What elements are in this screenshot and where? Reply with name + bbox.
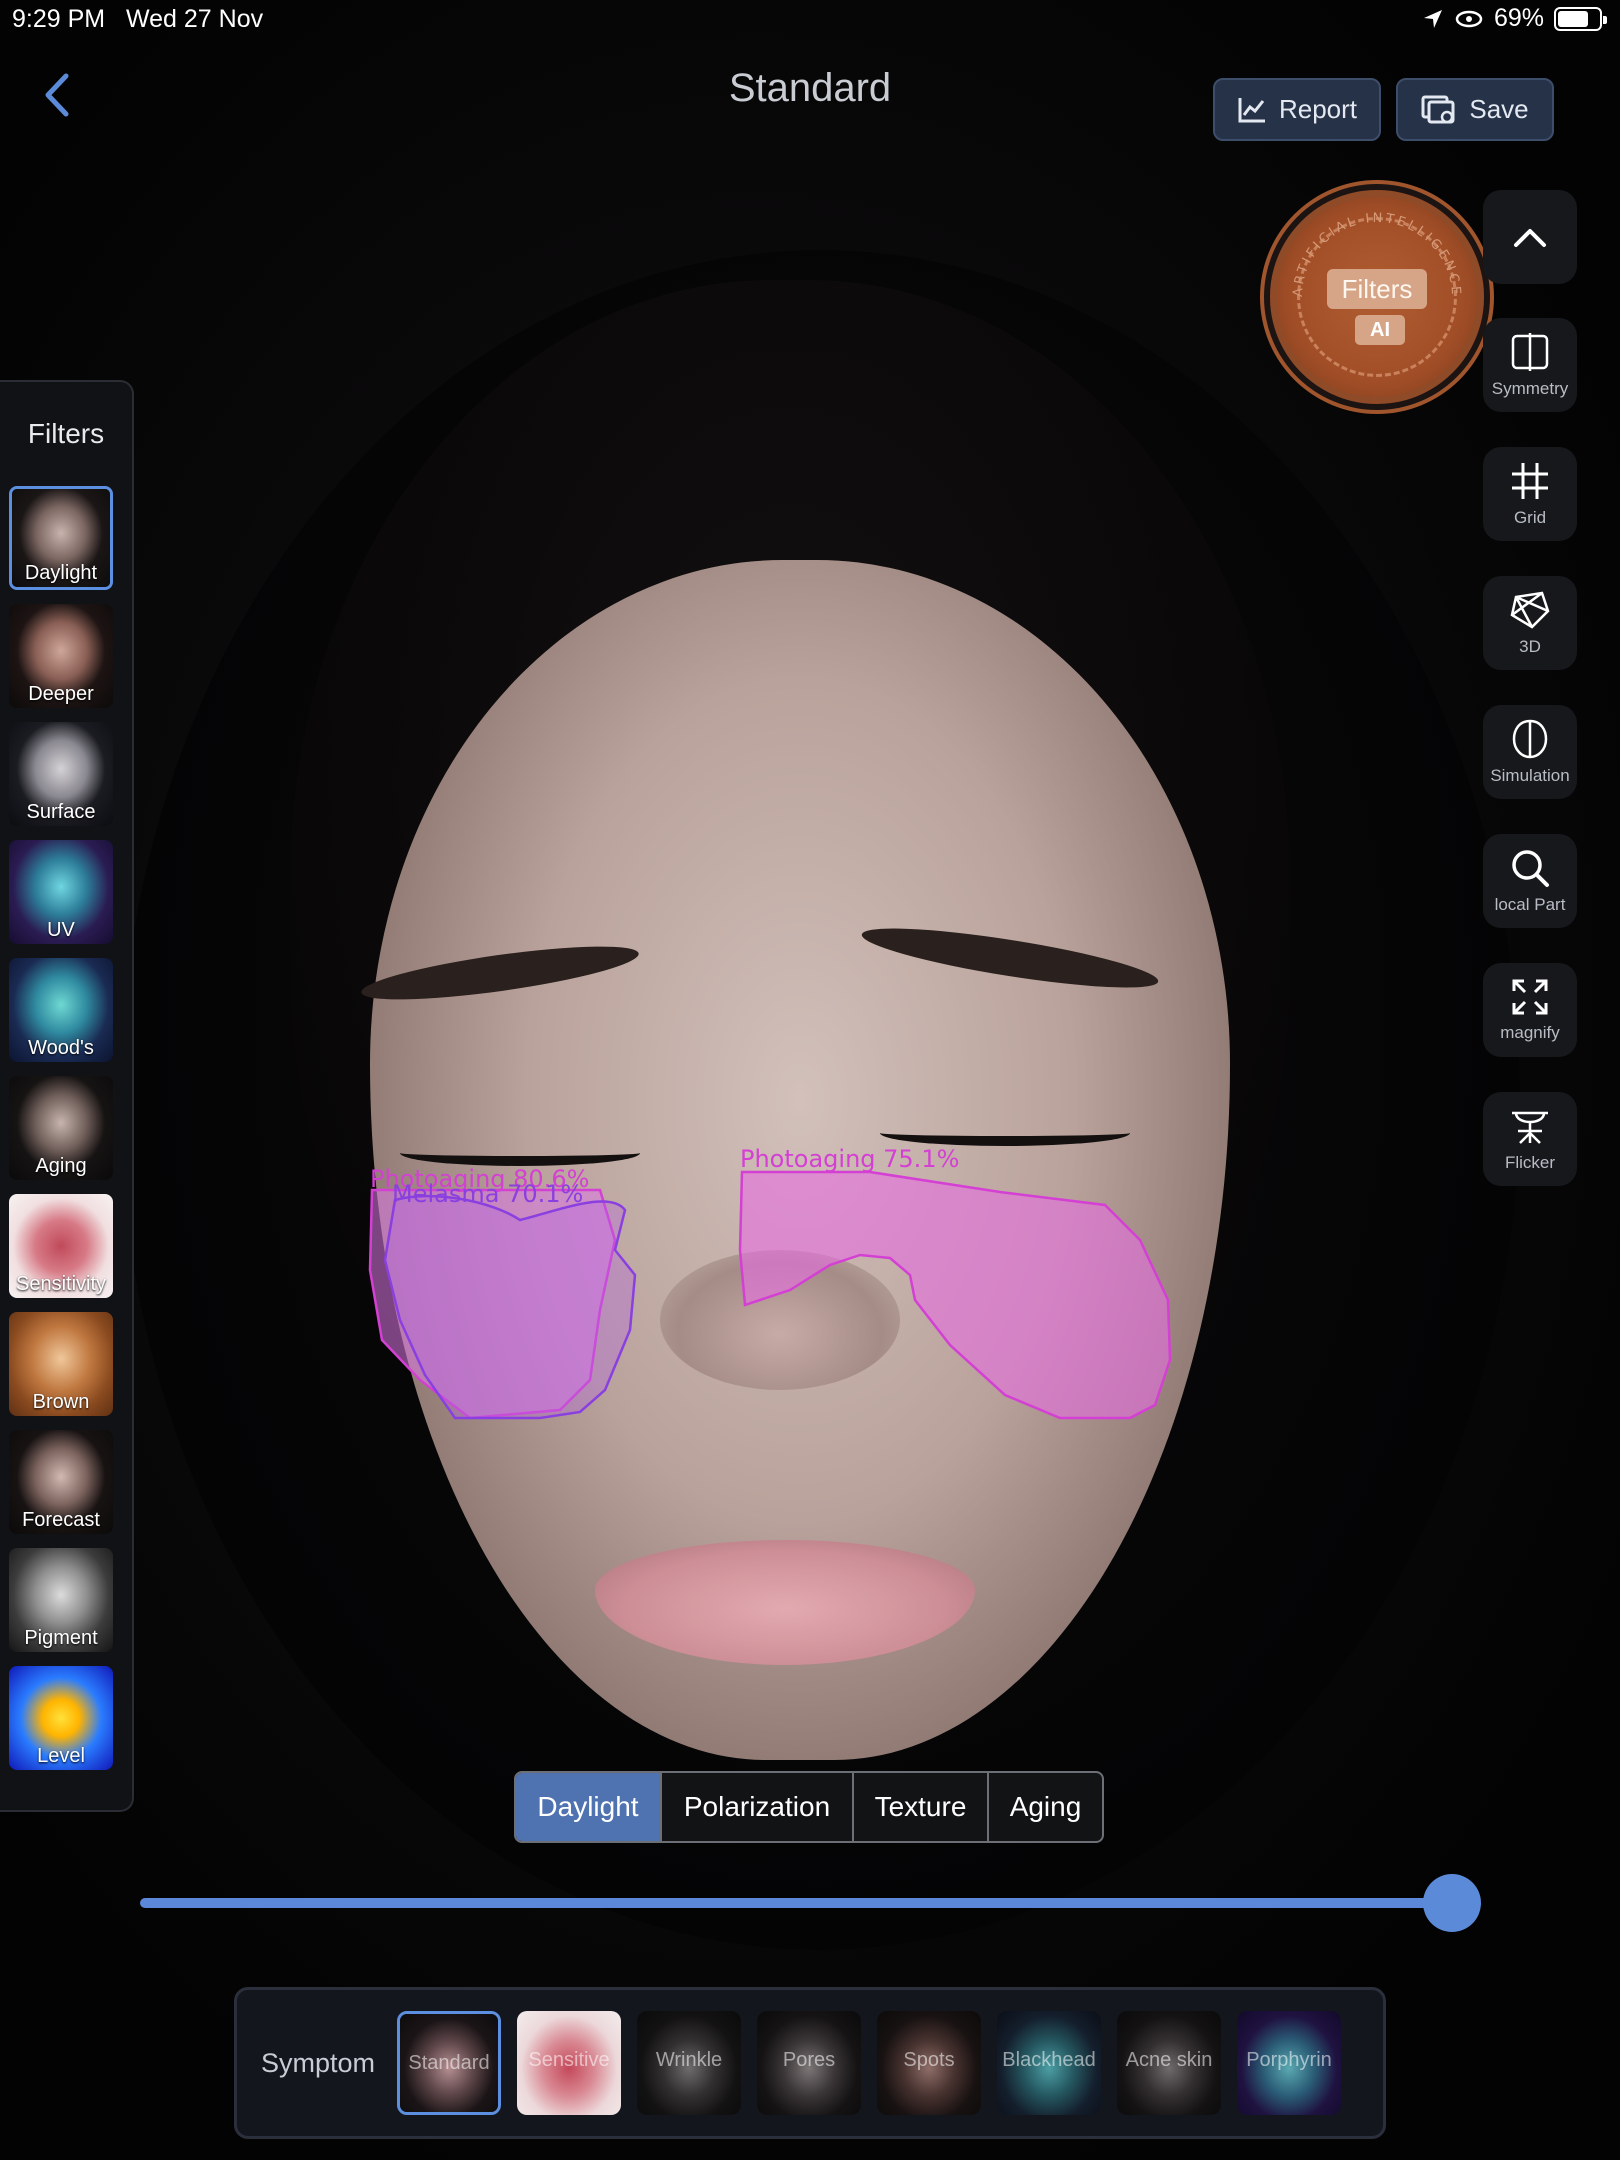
symptom-item-label: Acne skin	[1125, 2049, 1213, 2071]
symptom-wrinkle[interactable]: Wrinkle	[637, 2011, 741, 2115]
filter-label: Deeper	[28, 683, 94, 705]
symptom-item-label: Spots	[903, 2049, 955, 2071]
status-bar: 9:29 PM Wed 27 Nov 69%	[0, 0, 1620, 40]
symmetry-button[interactable]: Symmetry	[1483, 318, 1577, 412]
filter-forecast[interactable]: Forecast	[9, 1430, 113, 1534]
filter-pigment[interactable]: Pigment	[9, 1548, 113, 1652]
simulation-label: Simulation	[1490, 766, 1570, 785]
filter-brown[interactable]: Brown	[9, 1312, 113, 1416]
symptom-blackhead[interactable]: Blackhead	[997, 2011, 1101, 2115]
symptom-item-label: Sensitive	[528, 2049, 610, 2071]
filter-label: Sensitivity	[15, 1273, 107, 1295]
photoaging-label-right: Photoaging 75.1%	[740, 1145, 959, 1173]
symptom-item-label: Standard	[408, 2052, 490, 2074]
simulation-button[interactable]: Simulation	[1483, 705, 1577, 799]
symptom-standard[interactable]: Standard	[397, 2011, 501, 2115]
local-part-button[interactable]: local Part	[1483, 834, 1577, 928]
symptom-sensitive[interactable]: Sensitive	[517, 2011, 621, 2115]
symptom-porphyrin[interactable]: Porphyrin	[1237, 2011, 1341, 2115]
filter-label: Surface	[26, 801, 96, 823]
filter-label: Forecast	[22, 1509, 100, 1531]
mode-polarization[interactable]: Polarization	[662, 1773, 854, 1841]
report-label: Report	[1278, 94, 1358, 124]
expand-icon	[1512, 979, 1548, 1015]
collapse-tools-button[interactable]	[1483, 190, 1577, 284]
chart-icon	[1238, 97, 1265, 122]
mode-texture[interactable]: Texture	[854, 1773, 989, 1841]
symptom-item-label: Pores	[782, 2049, 836, 2071]
filter-surface[interactable]: Surface	[9, 722, 113, 826]
screen-mirroring-icon	[1455, 10, 1483, 27]
search-icon	[1512, 850, 1549, 887]
ai-filters-badge[interactable]: ARTIFICIAL INTELLIGENCE Filters AI	[1270, 190, 1484, 404]
flicker-button[interactable]: Flicker	[1483, 1092, 1577, 1186]
magnify-label: magnify	[1500, 1023, 1560, 1042]
status-date: Wed 27 Nov	[126, 5, 264, 33]
ai-badge-label: Filters	[1327, 269, 1427, 309]
grid-label: Grid	[1513, 508, 1547, 527]
filters-title: Filters	[27, 418, 105, 449]
save-button[interactable]: Save	[1396, 78, 1554, 141]
mode-aging[interactable]: Aging	[989, 1773, 1102, 1841]
melasma-region-left[interactable]	[383, 1194, 637, 1420]
3d-button[interactable]: 3D	[1483, 576, 1577, 670]
ai-badge-sub: AI	[1355, 315, 1405, 345]
intensity-slider-handle[interactable]	[1423, 1874, 1481, 1932]
symptom-spots[interactable]: Spots	[877, 2011, 981, 2115]
melasma-label-left: Melasma 70.1%	[392, 1180, 583, 1208]
filter-uv[interactable]: UV	[9, 840, 113, 944]
battery-percent: 69%	[1493, 4, 1544, 32]
symmetry-icon	[1511, 333, 1549, 371]
chevron-up-icon	[1514, 229, 1546, 247]
symptom-label: Symptom	[261, 2048, 376, 2078]
grid-icon	[1512, 463, 1548, 499]
symptom-bar: Symptom Standard Sensitive Wrinkle Pores…	[234, 1987, 1386, 2139]
filter-label: Aging	[35, 1155, 87, 1177]
filter-label: UV	[47, 919, 75, 941]
save-label: Save	[1469, 94, 1529, 124]
flicker-icon	[1512, 1111, 1548, 1144]
filter-label: Level	[37, 1745, 85, 1767]
filter-aging[interactable]: Aging	[9, 1076, 113, 1180]
filter-daylight[interactable]: Daylight	[9, 486, 113, 590]
local-part-label: local Part	[1494, 895, 1566, 914]
symmetry-label: Symmetry	[1491, 379, 1569, 398]
symptom-item-label: Porphyrin	[1246, 2049, 1332, 2071]
location-icon	[1423, 9, 1442, 28]
symptom-acne-skin[interactable]: Acne skin	[1117, 2011, 1221, 2115]
photoaging-region-right[interactable]	[738, 1170, 1172, 1420]
report-button[interactable]: Report	[1213, 78, 1381, 141]
filter-sensitivity[interactable]: Sensitivity	[9, 1194, 113, 1298]
status-right: 69%	[1422, 4, 1607, 33]
magnify-button[interactable]: magnify	[1483, 963, 1577, 1057]
filter-woods[interactable]: Wood's	[9, 958, 113, 1062]
mode-selector: Daylight Polarization Texture Aging	[514, 1771, 1104, 1843]
filter-label: Brown	[32, 1391, 90, 1413]
filter-label: Wood's	[28, 1037, 94, 1059]
3d-icon	[1510, 591, 1550, 629]
simulation-icon	[1512, 719, 1548, 759]
3d-label: 3D	[1519, 637, 1541, 656]
filter-level[interactable]: Level	[9, 1666, 113, 1770]
flicker-label: Flicker	[1504, 1153, 1556, 1172]
grid-button[interactable]: Grid	[1483, 447, 1577, 541]
symptom-pores[interactable]: Pores	[757, 2011, 861, 2115]
save-image-icon	[1421, 95, 1455, 123]
mode-daylight[interactable]: Daylight	[516, 1773, 662, 1841]
status-time: 9:29 PM	[12, 5, 106, 33]
intensity-slider-track[interactable]	[140, 1898, 1480, 1908]
battery-icon	[1554, 6, 1607, 31]
filter-deeper[interactable]: Deeper	[9, 604, 113, 708]
symptom-item-label: Blackhead	[1002, 2049, 1096, 2071]
filter-label: Daylight	[24, 562, 98, 584]
filter-label: Pigment	[24, 1627, 98, 1649]
symptom-item-label: Wrinkle	[655, 2049, 723, 2071]
